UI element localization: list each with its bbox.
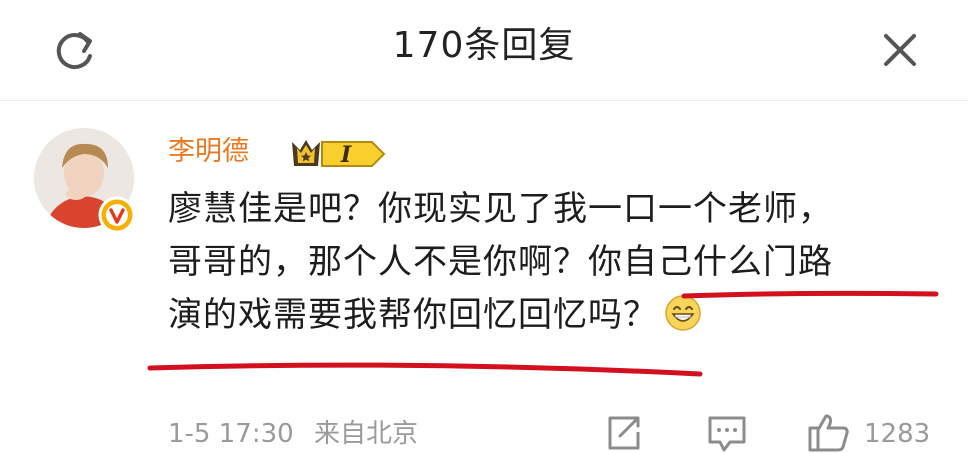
reply-icon [708,416,746,452]
verified-v-icon [98,196,136,234]
close-button[interactable] [870,20,930,80]
crown-badge-icon: I [292,140,386,168]
share-icon [608,416,640,450]
share-button[interactable] [604,410,644,453]
comment-detail-page: 170条回复 李明德 I 廖慧佳是吧？你现实见了我一口一个老师， 哥哥的，那个人… [0,0,968,453]
comment-line-1: 廖慧佳是吧？你现实见了我一口一个老师， [168,189,833,229]
underline-line-3 [147,362,703,377]
thumbs-up-icon [808,414,849,452]
reply-button[interactable] [706,410,748,453]
grin-emoji [665,295,701,331]
comment-meta: 1-5 17:30 来自北京 [168,414,430,453]
like-button[interactable]: 1283 [806,410,946,453]
comment-line-2: 哥哥的，那个人不是你啊？你自己什么门路 [168,242,833,282]
member-level-badge[interactable]: I [288,136,388,170]
comment-line-3: 演的戏需要我帮你回忆回忆吗？ [168,289,938,342]
comment-source: 来自北京 [313,419,418,449]
member-level-text: I [340,142,352,168]
comment-line-3-text: 演的戏需要我帮你回忆回忆吗？ [168,295,658,335]
verified-badge [98,196,136,234]
header-bar: 170条回复 [0,0,968,101]
username[interactable]: 李明德 [168,132,249,172]
comment-body: 廖慧佳是吧？你现实见了我一口一个老师， 哥哥的，那个人不是你啊？你自己什么门路 … [168,183,938,342]
like-count: 1283 [864,419,931,449]
close-icon [884,34,916,66]
comment-date: 1-5 17:30 [168,419,294,449]
page-title: 170条回复 [392,25,576,66]
